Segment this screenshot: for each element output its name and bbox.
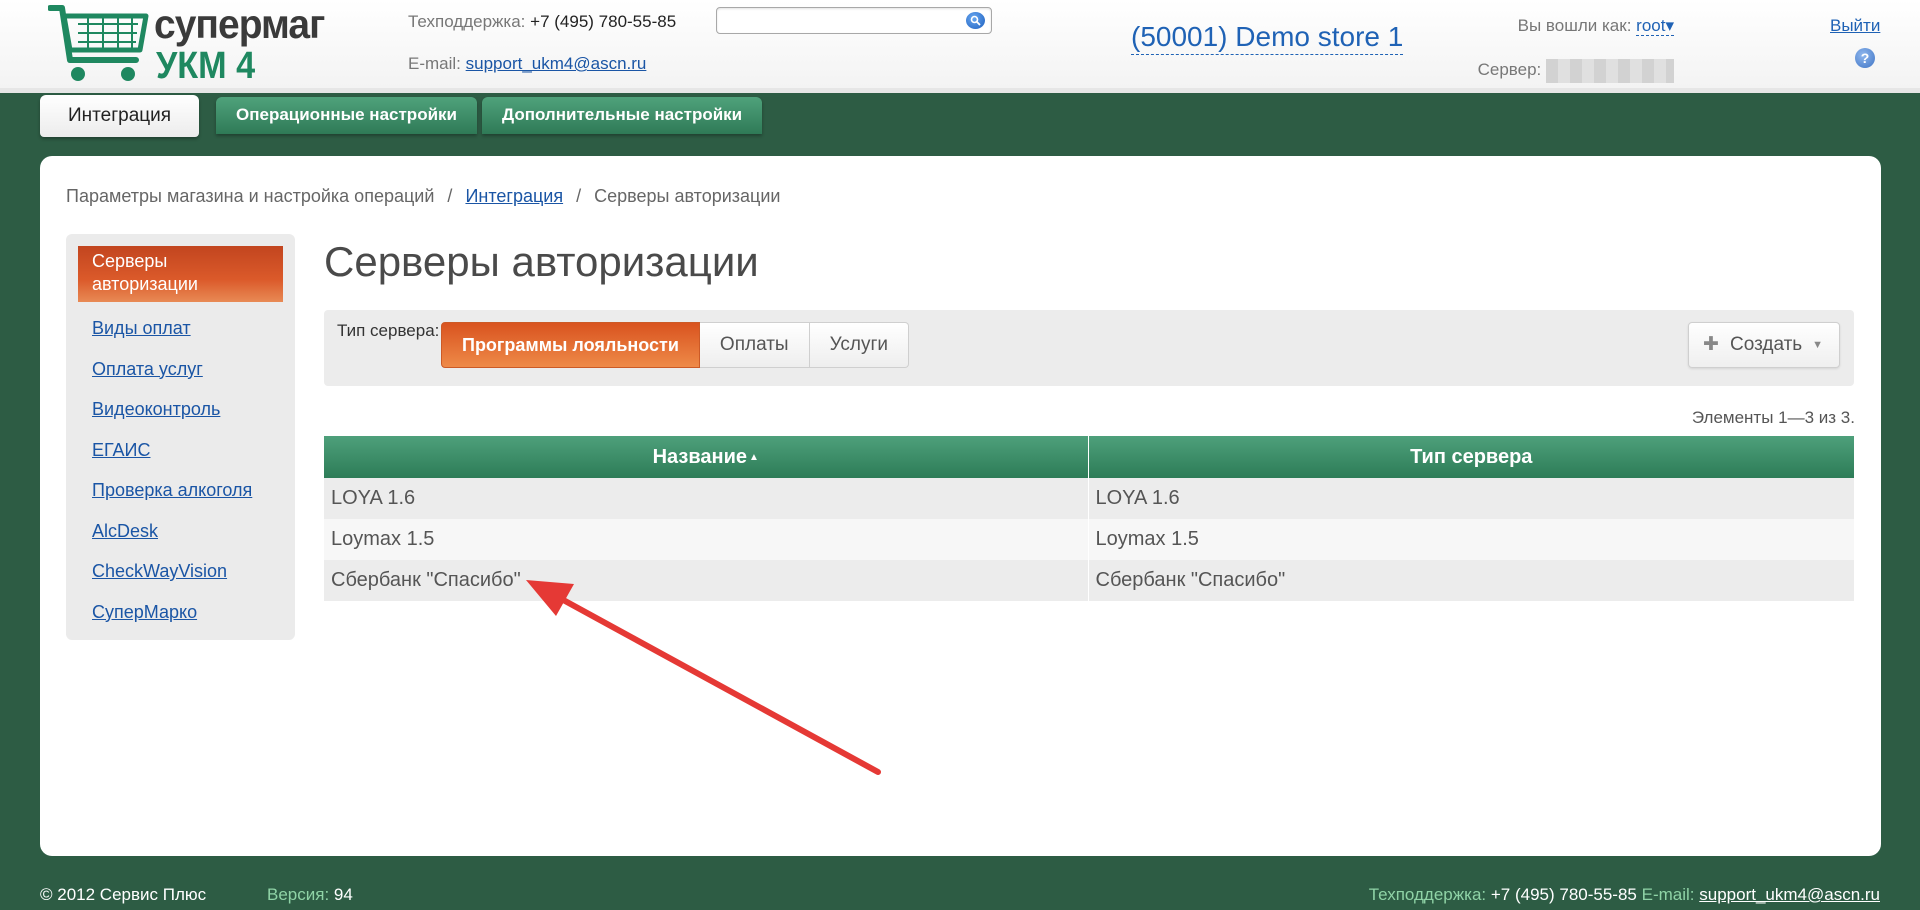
footer-support: Техподдержка: +7 (495) 780-55-85 E-mail:… [1369, 885, 1880, 905]
sidebar-item-service-payment[interactable]: Оплата услуг [78, 349, 283, 390]
footer-support-phone: +7 (495) 780-55-85 [1490, 885, 1637, 904]
user-menu[interactable]: root▾ [1636, 16, 1674, 36]
sidebar-item-video-control[interactable]: Видеоконтроль [78, 389, 283, 430]
footer-email-label: E-mail: [1641, 885, 1695, 904]
footer-email-link[interactable]: support_ukm4@ascn.ru [1699, 885, 1880, 904]
sidebar-item-alcohol-check[interactable]: Проверка алкоголя [78, 470, 283, 511]
sidebar-item-supermarko[interactable]: СуперМарко [78, 592, 283, 633]
column-header-server-type[interactable]: Тип сервера [1088, 436, 1854, 478]
chevron-down-icon: ▾ [1665, 16, 1674, 35]
filter-bar: Тип сервера: Программы лояльности Оплаты… [324, 310, 1854, 386]
version-label: Версия: [267, 885, 330, 904]
user-name: root [1636, 16, 1666, 35]
breadcrumb-separator: / [447, 186, 453, 206]
top-header: супермаг УКМ 4 Техподдержка: +7 (495) 78… [0, 0, 1920, 93]
support-email-line: E-mail: support_ukm4@ascn.ru [408, 52, 676, 76]
tab-operational-settings[interactable]: Операционные настройки [216, 97, 477, 134]
breadcrumb-current: Серверы авторизации [594, 186, 781, 206]
sidebar-item-auth-servers[interactable]: Серверы авторизации [78, 246, 283, 302]
breadcrumb-integration-link[interactable]: Интеграция [465, 186, 563, 206]
sidebar-item-alcdesk[interactable]: AlcDesk [78, 511, 283, 552]
column-name-label: Название [652, 445, 747, 468]
logged-in-label: Вы вошли как: [1517, 16, 1632, 35]
logout-link[interactable]: Выйти [1830, 14, 1880, 38]
chevron-down-icon: ▼ [1812, 339, 1823, 351]
breadcrumb-root: Параметры магазина и настройка операций [66, 186, 435, 206]
table-row[interactable]: LOYA 1.6 LOYA 1.6 [324, 478, 1854, 519]
page-title: Серверы авторизации [324, 238, 759, 285]
search-input[interactable] [716, 7, 992, 34]
cell-server-type: LOYA 1.6 [1088, 478, 1854, 519]
plus-icon: ✚ [1703, 334, 1719, 355]
create-button[interactable]: ✚ Создать ▼ [1688, 322, 1840, 368]
logo-text: супермаг УКМ 4 [154, 2, 333, 86]
main-panel: Параметры магазина и настройка операций … [40, 156, 1881, 856]
support-phone: +7 (495) 780-55-85 [530, 12, 677, 31]
footer-version: Версия: 94 [267, 885, 353, 905]
server-type-label: Тип сервера: [337, 321, 440, 340]
filter-payments[interactable]: Оплаты [699, 322, 810, 368]
items-counter: Элементы 1—3 из 3. [1691, 408, 1855, 427]
app-logo[interactable]: супермаг УКМ 4 [48, 2, 325, 86]
server-line: Сервер: [1477, 58, 1674, 83]
filter-loyalty-programs[interactable]: Программы лояльности [441, 322, 700, 368]
cell-server-type: Loymax 1.5 [1088, 519, 1854, 560]
sidebar-item-egais[interactable]: ЕГАИС [78, 430, 283, 471]
table-row[interactable]: Сбербанк "Спасибо" Сбербанк "Спасибо" [324, 560, 1854, 601]
logo-line-2: УКМ 4 [156, 45, 256, 87]
server-label: Сервер: [1477, 60, 1542, 79]
tab-integration[interactable]: Интеграция [40, 95, 200, 137]
sidebar-item-checkwayvision[interactable]: CheckWayVision [78, 551, 283, 592]
email-label: E-mail: [408, 54, 461, 73]
shopping-cart-icon [48, 5, 149, 81]
header-support-info: Техподдержка: +7 (495) 780-55-85 E-mail:… [408, 10, 676, 76]
servers-table: Название ▲ Тип сервера LOYA 1.6 LOYA 1.6 … [324, 436, 1854, 601]
sidebar-item-payment-types[interactable]: Виды оплат [78, 308, 283, 349]
breadcrumb: Параметры магазина и настройка операций … [66, 186, 780, 207]
logo-line-1: супермаг [154, 1, 325, 47]
support-email-link[interactable]: support_ukm4@ascn.ru [466, 54, 647, 73]
column-header-name[interactable]: Название ▲ [324, 436, 1089, 478]
create-label: Создать [1730, 334, 1803, 355]
footer-support-label: Техподдержка: [1368, 885, 1487, 904]
cell-name[interactable]: Сбербанк "Спасибо" [324, 560, 1089, 601]
support-phone-line: Техподдержка: +7 (495) 780-55-85 [408, 10, 676, 34]
login-info: Вы вошли как: root▾ Сервер: [1477, 14, 1674, 83]
help-icon[interactable]: ? [1855, 48, 1875, 68]
cell-name[interactable]: LOYA 1.6 [324, 478, 1089, 519]
tab-additional-settings[interactable]: Дополнительные настройки [482, 97, 763, 134]
sort-ascending-icon: ▲ [749, 451, 759, 463]
table-row[interactable]: Loymax 1.5 Loymax 1.5 [324, 519, 1854, 560]
logged-in-line: Вы вошли как: root▾ [1478, 14, 1674, 38]
filter-services[interactable]: Услуги [809, 322, 910, 368]
search-icon[interactable] [966, 12, 985, 29]
cell-server-type: Сбербанк "Спасибо" [1088, 560, 1854, 601]
version-value: 94 [333, 885, 353, 904]
server-type-selector: Программы лояльности Оплаты Услуги [441, 322, 910, 368]
server-name-redacted [1546, 58, 1674, 83]
table-header-row: Название ▲ Тип сервера [324, 436, 1854, 478]
store-selector[interactable]: (50001) Demo store 1 [1131, 20, 1404, 55]
support-label: Техподдержка: [408, 12, 526, 31]
cell-name[interactable]: Loymax 1.5 [324, 519, 1089, 560]
footer-copyright: © 2012 Сервис Плюс [40, 885, 207, 904]
breadcrumb-separator: / [576, 186, 582, 206]
sidebar-nav: Серверы авторизации Виды оплат Оплата ус… [66, 234, 295, 640]
